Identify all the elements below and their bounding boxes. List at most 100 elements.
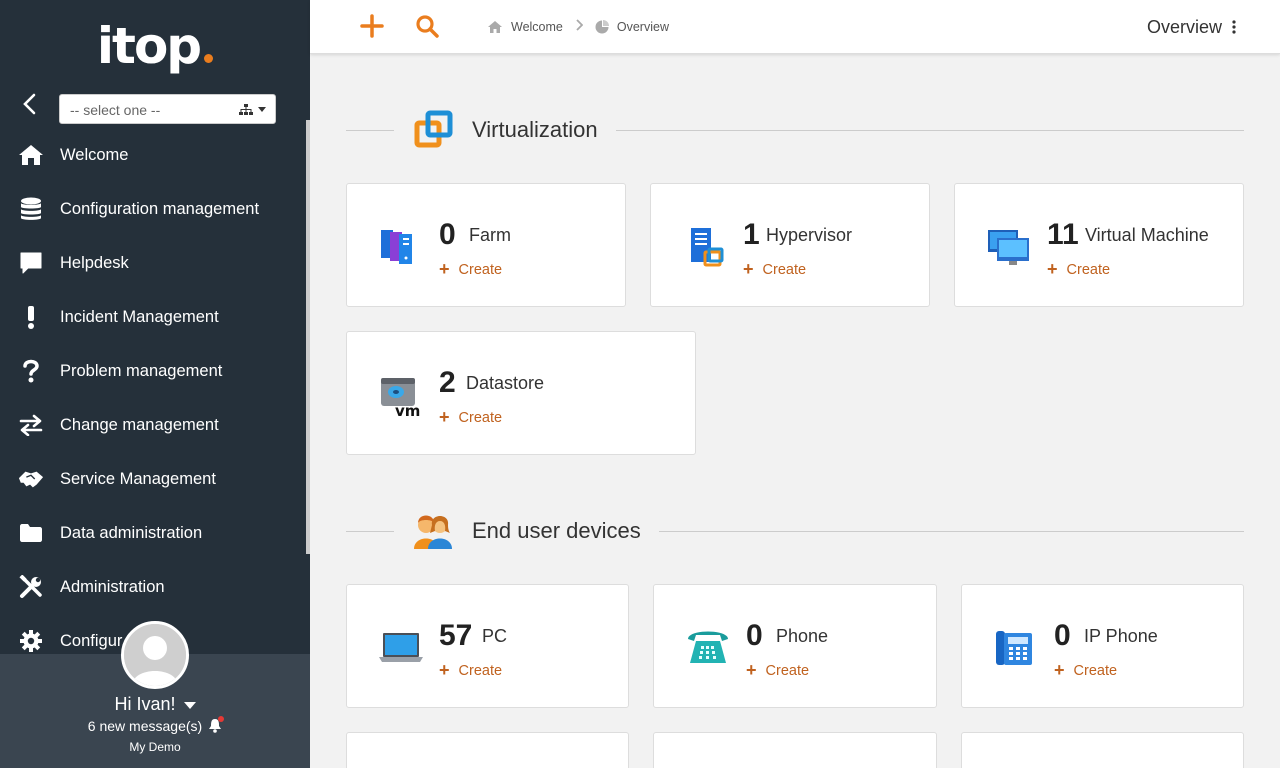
section-virtualization: Virtualization bbox=[346, 105, 1244, 155]
plus-icon: + bbox=[743, 259, 754, 279]
plus-icon: + bbox=[439, 660, 450, 680]
farm-icon bbox=[377, 222, 425, 270]
home-icon bbox=[487, 20, 503, 34]
create-phone-link[interactable]: + Create bbox=[746, 660, 809, 681]
menu-item-data-administration[interactable]: Data administration bbox=[0, 506, 306, 560]
card-hypervisor[interactable]: 1 Hypervisor + Create bbox=[650, 183, 930, 307]
breadcrumb-welcome[interactable]: Welcome bbox=[511, 20, 563, 34]
card-label[interactable]: Hypervisor bbox=[766, 225, 852, 246]
divider bbox=[346, 530, 394, 532]
plus-icon: + bbox=[439, 407, 450, 427]
svg-text:vm: vm bbox=[395, 402, 420, 418]
user-greeting-text: Hi Ivan! bbox=[114, 694, 176, 714]
itop-logo[interactable]: itop bbox=[0, 8, 310, 84]
create-pc-link[interactable]: + Create bbox=[439, 660, 502, 681]
virtual-machine-icon bbox=[985, 222, 1033, 270]
section-title: End user devices bbox=[472, 518, 641, 543]
card-label[interactable]: Datastore bbox=[466, 373, 544, 394]
user-greeting[interactable]: Hi Ivan! bbox=[0, 694, 310, 715]
plus-icon: + bbox=[1047, 259, 1058, 279]
card-ip-phone[interactable]: 0 IP Phone + Create bbox=[961, 584, 1244, 708]
arrows-exchange-icon bbox=[18, 412, 44, 438]
section-title: Virtualization bbox=[472, 117, 598, 142]
card-partial[interactable] bbox=[653, 732, 937, 768]
section-end-user-devices: End user devices bbox=[346, 506, 1244, 556]
menu-item-label: Configuration management bbox=[60, 199, 260, 218]
menu-item-label: Helpdesk bbox=[60, 253, 129, 272]
card-partial[interactable] bbox=[346, 732, 629, 768]
plus-icon: + bbox=[1054, 660, 1065, 680]
folder-icon bbox=[18, 520, 44, 546]
menu-item-service-management[interactable]: Service Management bbox=[0, 452, 306, 506]
notification-dot bbox=[218, 716, 225, 723]
menu-item-incident-management[interactable]: Incident Management bbox=[0, 290, 306, 344]
card-pc[interactable]: 57 PC + Create bbox=[346, 584, 629, 708]
organization-select[interactable]: -- select one -- bbox=[59, 94, 276, 124]
more-options-icon[interactable] bbox=[1232, 20, 1236, 34]
new-messages[interactable]: 6 new message(s) bbox=[0, 716, 310, 736]
menu-item-problem-management[interactable]: Problem management bbox=[0, 344, 306, 398]
exclamation-icon bbox=[18, 304, 44, 330]
card-farm[interactable]: 0 Farm + Create bbox=[346, 183, 626, 307]
new-messages-text: 6 new message(s) bbox=[87, 718, 203, 734]
create-virtual-machine-link[interactable]: + Create bbox=[1047, 259, 1110, 280]
create-label: Create bbox=[458, 409, 503, 426]
bell-icon bbox=[208, 716, 225, 736]
sidebar-scrollbar[interactable] bbox=[306, 120, 310, 554]
create-label: Create bbox=[765, 662, 810, 679]
card-virtual-machine[interactable]: 11 Virtual Machine + Create bbox=[954, 183, 1244, 307]
plus-icon[interactable] bbox=[360, 14, 384, 43]
search-icon[interactable] bbox=[415, 14, 439, 43]
divider bbox=[658, 530, 1244, 532]
card-partial[interactable] bbox=[961, 732, 1244, 768]
card-count: 57 bbox=[439, 619, 473, 652]
page-title: Overview bbox=[1146, 17, 1222, 37]
phone-icon bbox=[684, 623, 732, 671]
card-phone[interactable]: 0 Phone + Create bbox=[653, 584, 937, 708]
handshake-icon bbox=[18, 466, 44, 492]
user-organization: My Demo bbox=[129, 740, 181, 754]
tools-icon bbox=[18, 574, 44, 600]
collapse-sidebar-icon[interactable] bbox=[18, 92, 42, 116]
menu-item-change-management[interactable]: Change management bbox=[0, 398, 306, 452]
menu-item-administration[interactable]: Administration bbox=[0, 560, 306, 614]
virtualization-icon bbox=[412, 108, 456, 152]
card-label[interactable]: Farm bbox=[469, 225, 511, 246]
hypervisor-icon bbox=[681, 222, 729, 270]
create-label: Create bbox=[458, 261, 503, 278]
menu-item-label: Service Management bbox=[60, 469, 216, 488]
menu-item-welcome[interactable]: Welcome bbox=[0, 128, 306, 182]
card-label[interactable]: PC bbox=[482, 626, 507, 647]
menu-item-configuration-management[interactable]: Configuration management bbox=[0, 182, 306, 236]
card-count: 0 bbox=[1054, 619, 1071, 652]
main-menu: Welcome Configuration management Helpdes… bbox=[0, 128, 306, 668]
card-datastore[interactable]: vm 2 Datastore + Create bbox=[346, 331, 696, 455]
datastore-icon: vm bbox=[377, 370, 425, 420]
menu-item-helpdesk[interactable]: Helpdesk bbox=[0, 236, 306, 290]
gear-icon bbox=[18, 628, 44, 654]
divider bbox=[615, 129, 1244, 131]
create-label: Create bbox=[1066, 261, 1111, 278]
breadcrumb: Welcome Overview bbox=[487, 19, 669, 34]
card-label[interactable]: Virtual Machine bbox=[1085, 225, 1209, 246]
database-icon bbox=[18, 196, 44, 222]
avatar[interactable] bbox=[121, 621, 189, 689]
plus-icon: + bbox=[439, 259, 450, 279]
create-hypervisor-link[interactable]: + Create bbox=[743, 259, 806, 280]
pie-chart-icon bbox=[595, 19, 609, 34]
logo-dot bbox=[204, 54, 214, 63]
create-label: Create bbox=[762, 261, 807, 278]
create-ip-phone-link[interactable]: + Create bbox=[1054, 660, 1117, 681]
breadcrumb-overview[interactable]: Overview bbox=[617, 20, 669, 34]
card-count: 1 bbox=[743, 218, 760, 251]
create-datastore-link[interactable]: + Create bbox=[439, 407, 502, 428]
top-bar: Welcome Overview Overview bbox=[310, 0, 1280, 54]
question-icon bbox=[18, 358, 44, 384]
users-icon bbox=[412, 509, 456, 553]
organization-select-placeholder: -- select one -- bbox=[70, 102, 161, 118]
chevron-down-icon bbox=[183, 701, 196, 709]
card-label[interactable]: Phone bbox=[776, 626, 828, 647]
create-farm-link[interactable]: + Create bbox=[439, 259, 502, 280]
chevron-down-icon bbox=[258, 107, 266, 112]
card-label[interactable]: IP Phone bbox=[1084, 626, 1158, 647]
